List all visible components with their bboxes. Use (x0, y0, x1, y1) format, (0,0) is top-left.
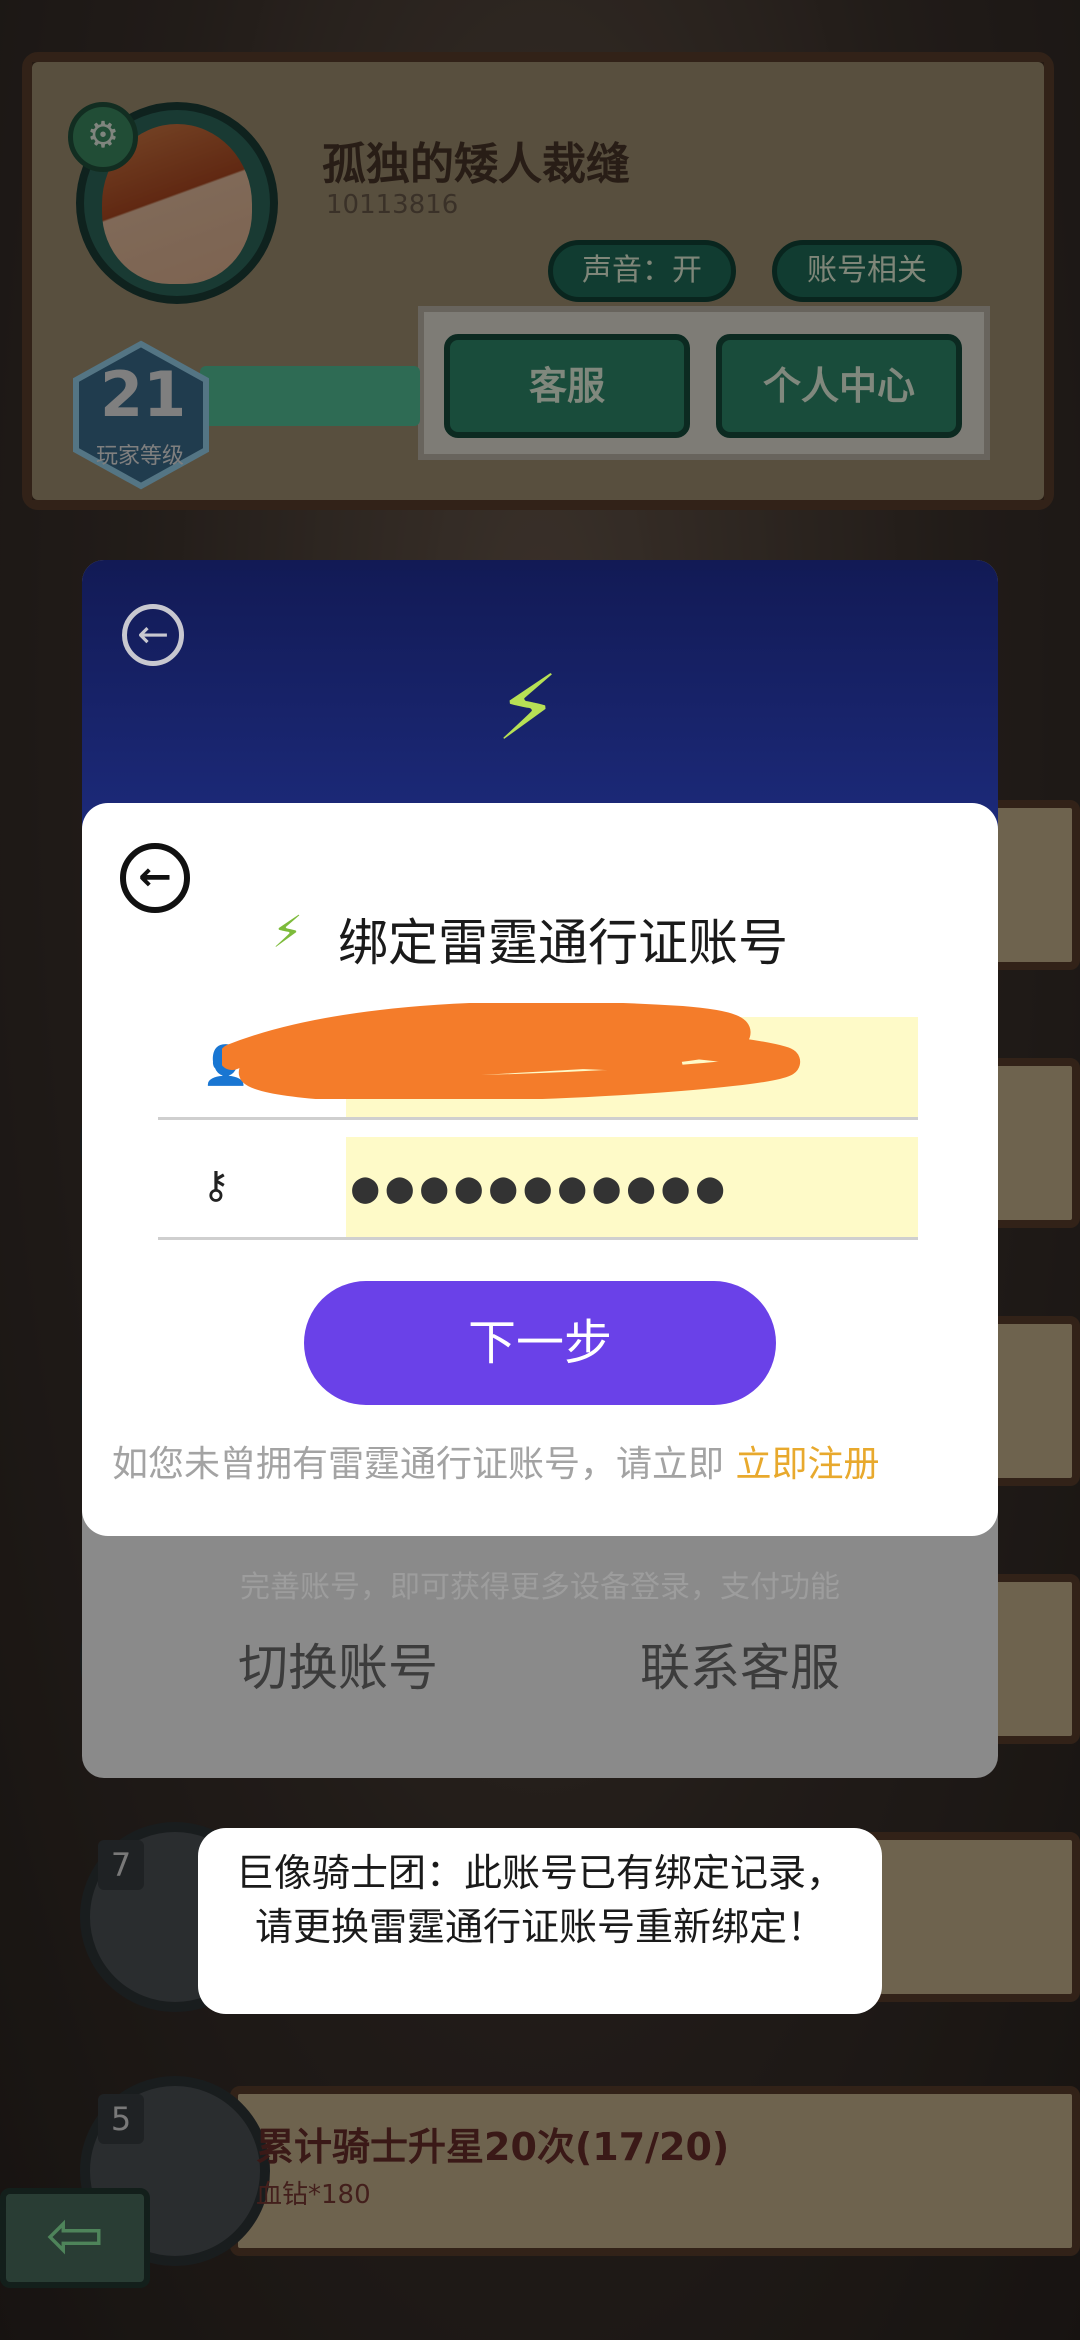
bind-account-dialog: ← ⚡ 绑定雷霆通行证账号 👤 ⚷ 下一步 如您未曾拥有雷霆通行证账号，请立即 … (82, 803, 998, 1536)
account-tip: 完善账号，即可获得更多设备登录，支付功能 (240, 1570, 840, 1605)
register-hint-text: 如您未曾拥有雷霆通行证账号，请立即 (112, 1444, 725, 1485)
key-icon: ⚷ (202, 1163, 230, 1207)
password-field-row: ⚷ (158, 1137, 918, 1240)
register-hint: 如您未曾拥有雷霆通行证账号，请立即 立即注册 (112, 1435, 972, 1487)
lightning-logo-icon: ⚡ (272, 907, 303, 958)
next-step-button[interactable]: 下一步 (304, 1281, 776, 1405)
password-input[interactable] (346, 1137, 918, 1237)
lightning-logo-icon: ⚡ (496, 656, 560, 761)
back-icon[interactable]: ← (122, 604, 184, 666)
toast-message: 巨像骑士团：此账号已有绑定记录，请更换雷霆通行证账号重新绑定！ (198, 1828, 882, 2014)
register-link[interactable]: 立即注册 (735, 1444, 879, 1485)
redaction-scribble (222, 1003, 801, 1099)
dialog-title: 绑定雷霆通行证账号 (338, 914, 788, 972)
contact-support-link[interactable]: 联系客服 (640, 1628, 840, 1700)
circle-arrow-left-icon[interactable]: ← (120, 843, 190, 913)
switch-account-link[interactable]: 切换账号 (238, 1628, 438, 1700)
